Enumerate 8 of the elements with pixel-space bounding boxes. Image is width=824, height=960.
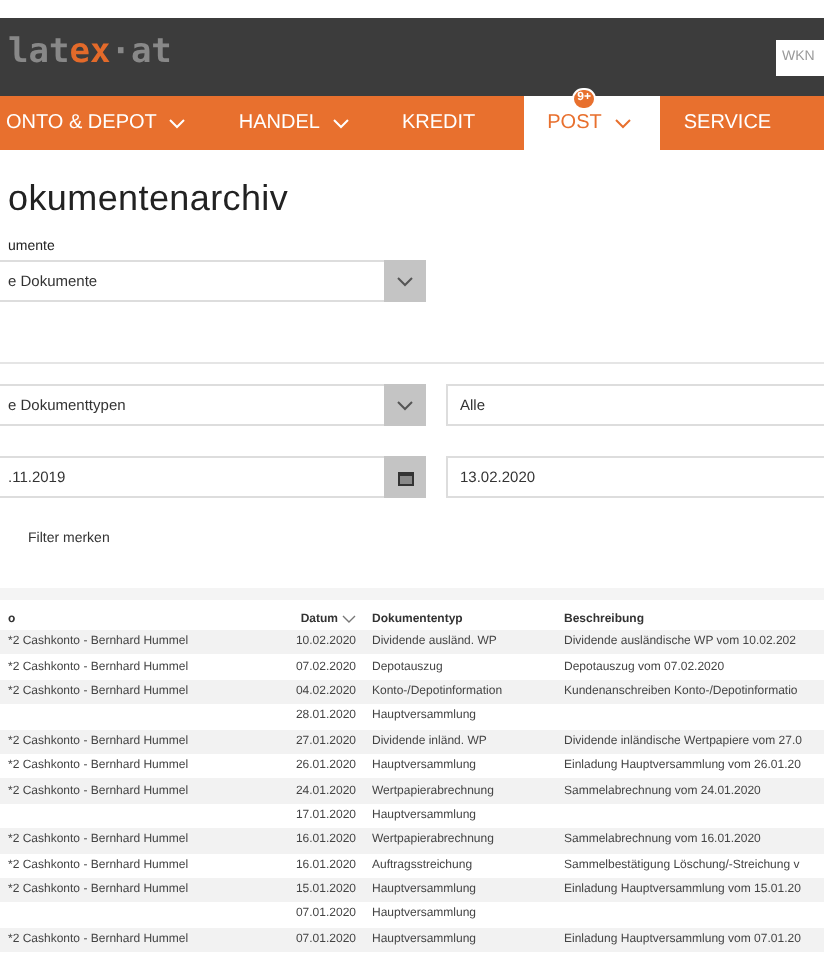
chevron-down-icon (396, 275, 414, 287)
calendar-icon (397, 469, 413, 485)
dropdown-button[interactable] (384, 384, 426, 426)
dropdown-button[interactable] (384, 260, 426, 302)
calendar-button[interactable] (384, 456, 426, 498)
page-title: okumentenarchiv (8, 178, 291, 220)
sort-chevron-icon[interactable] (342, 614, 356, 624)
chevron-down-icon (396, 399, 414, 411)
